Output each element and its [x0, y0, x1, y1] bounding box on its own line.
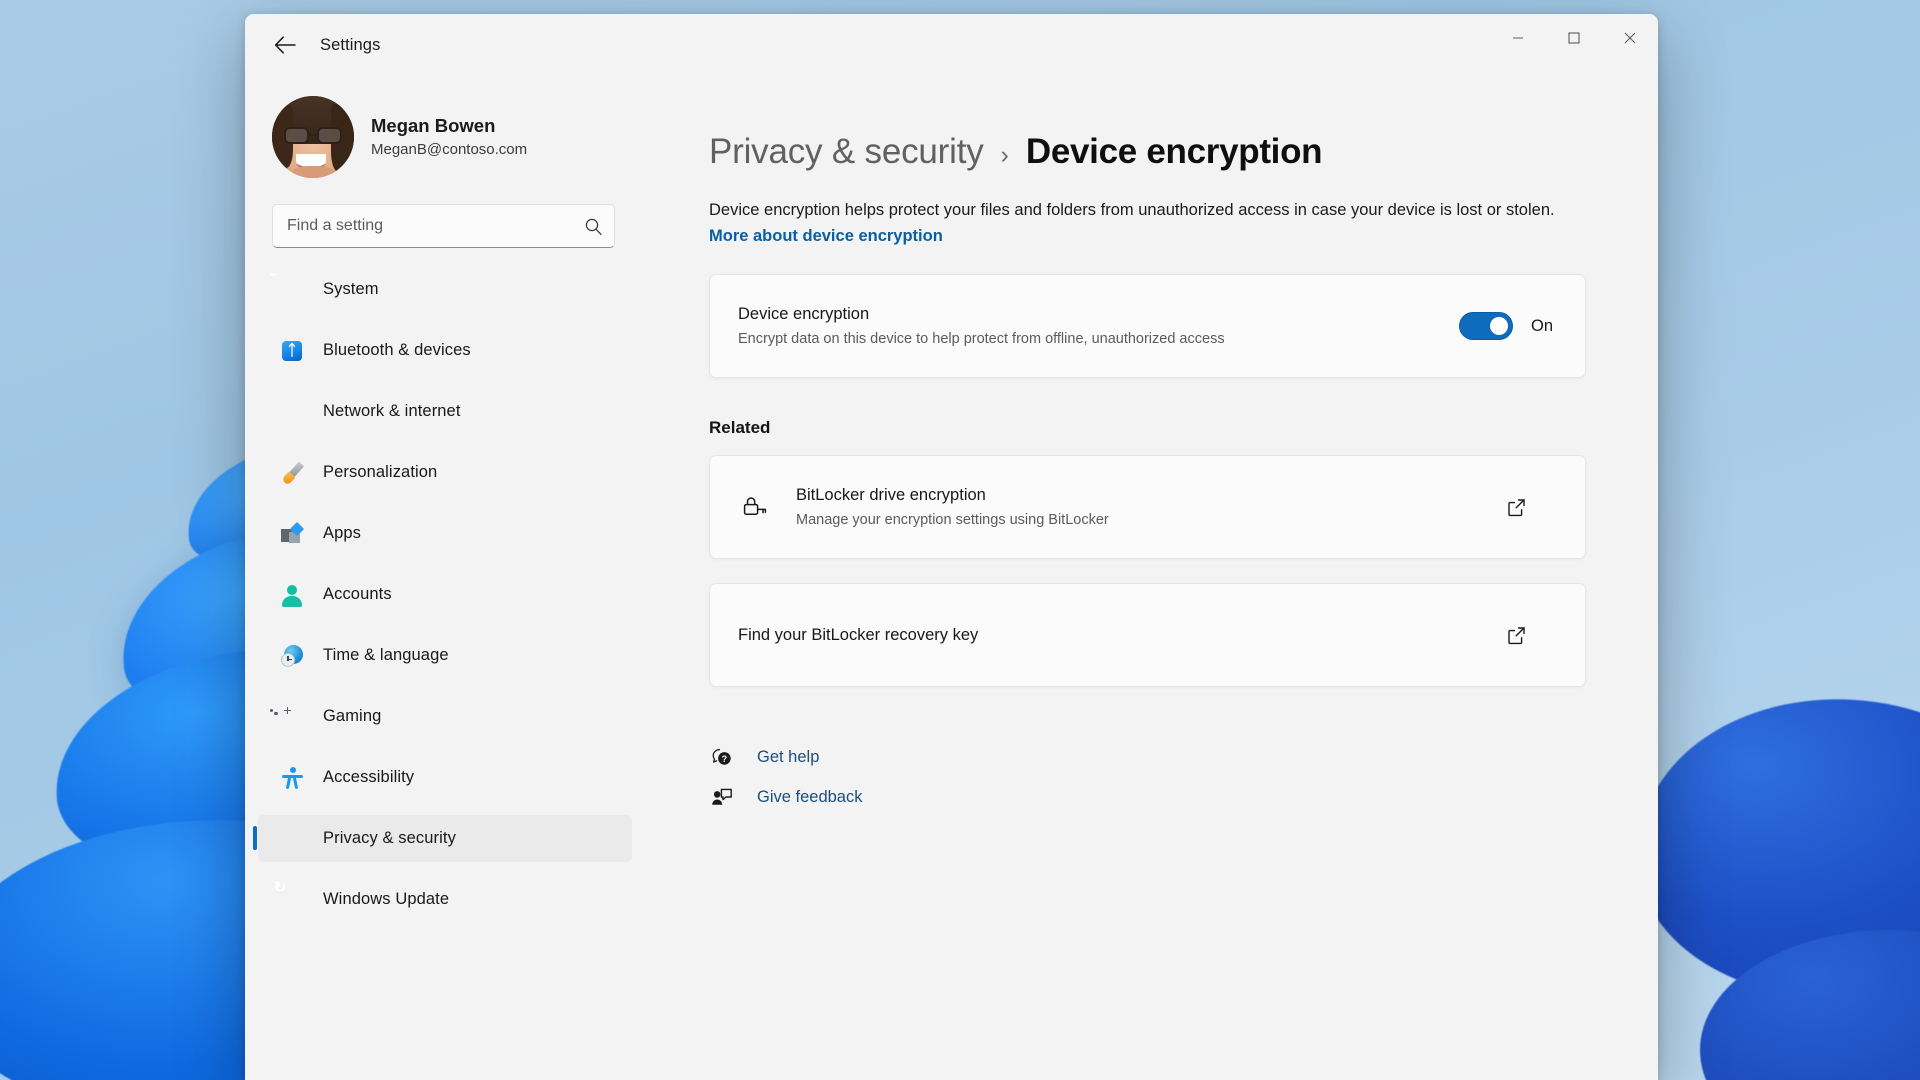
lock-key-icon — [738, 495, 772, 519]
device-encryption-card: Device encryption Encrypt data on this d… — [709, 274, 1586, 378]
external-link-icon[interactable] — [1499, 626, 1533, 645]
shield-icon — [280, 827, 304, 851]
person-icon — [280, 583, 304, 607]
sidebar-item-label: Windows Update — [323, 890, 449, 909]
bitlocker-recovery-key-card[interactable]: Find your BitLocker recovery key — [709, 583, 1586, 687]
sidebar-item-label: System — [323, 280, 379, 299]
sidebar-item-apps[interactable]: Apps — [258, 510, 632, 557]
window-controls — [1490, 14, 1658, 62]
get-help-label: Get help — [757, 748, 819, 767]
card-spacer — [709, 569, 1586, 583]
sidebar-item-bluetooth-devices[interactable]: ᛏ Bluetooth & devices — [258, 327, 632, 374]
sidebar-item-label: Gaming — [323, 707, 381, 726]
bitlocker-card-title: BitLocker drive encryption — [796, 483, 1499, 508]
recovery-key-title: Find your BitLocker recovery key — [738, 623, 1499, 648]
page-description: Device encryption helps protect your fil… — [709, 198, 1586, 249]
device-encryption-subtitle: Encrypt data on this device to help prot… — [738, 328, 1439, 350]
bitlocker-card-subtitle: Manage your encryption settings using Bi… — [796, 509, 1499, 531]
update-arrows-icon: ↻ — [280, 888, 304, 912]
related-heading: Related — [709, 418, 1586, 438]
bitlocker-drive-encryption-card[interactable]: BitLocker drive encryption Manage your e… — [709, 455, 1586, 559]
gamepad-icon — [280, 705, 304, 729]
svg-text:?: ? — [722, 754, 728, 764]
sidebar-nav: System ᛏ Bluetooth & devices Network & i… — [245, 248, 645, 967]
sidebar-item-label: Privacy & security — [323, 829, 456, 848]
sidebar-item-privacy-security[interactable]: Privacy & security — [258, 815, 632, 862]
sidebar-item-personalization[interactable]: Personalization — [258, 449, 632, 496]
device-encryption-toggle-group: On — [1459, 312, 1557, 340]
sidebar-item-label: Bluetooth & devices — [323, 341, 471, 360]
toggle-knob — [1490, 317, 1508, 335]
globe-clock-icon — [280, 644, 304, 668]
toggle-state-label: On — [1531, 317, 1557, 336]
device-encryption-text: Device encryption Encrypt data on this d… — [738, 302, 1439, 351]
give-feedback-label: Give feedback — [757, 788, 862, 807]
device-encryption-toggle[interactable] — [1459, 312, 1513, 340]
sidebar-item-gaming[interactable]: Gaming — [258, 693, 632, 740]
help-question-icon: ? — [709, 747, 735, 767]
page-description-text: Device encryption helps protect your fil… — [709, 201, 1555, 219]
window-body: Megan Bowen MeganB@contoso.com — [245, 76, 1658, 1080]
bitlocker-card-text: BitLocker drive encryption Manage your e… — [796, 483, 1499, 532]
close-icon[interactable] — [1602, 14, 1658, 62]
minimize-icon[interactable] — [1490, 14, 1546, 62]
page-title: Device encryption — [1026, 132, 1322, 172]
sidebar-item-label: Apps — [323, 524, 361, 543]
sidebar: Megan Bowen MeganB@contoso.com — [245, 76, 645, 1080]
feedback-person-icon — [709, 787, 735, 807]
breadcrumb: Privacy & security › Device encryption — [709, 132, 1586, 172]
chevron-right-icon: › — [1001, 141, 1009, 170]
apps-grid-icon — [280, 522, 304, 546]
account-block[interactable]: Megan Bowen MeganB@contoso.com — [245, 76, 645, 200]
search-box[interactable] — [272, 204, 615, 248]
sidebar-item-label: Personalization — [323, 463, 437, 482]
search-input[interactable] — [273, 217, 572, 235]
sidebar-item-accessibility[interactable]: Accessibility — [258, 754, 632, 801]
window-title: Settings — [320, 36, 380, 55]
settings-window: Settings — [245, 14, 1658, 1080]
sidebar-item-accounts[interactable]: Accounts — [258, 571, 632, 618]
search-icon[interactable] — [572, 205, 614, 247]
monitor-icon — [280, 278, 304, 302]
footer-links: ? Get help Give feedback — [709, 737, 1586, 817]
main-content: Privacy & security › Device encryption D… — [645, 76, 1658, 1080]
search-container — [245, 200, 645, 248]
account-name: Megan Bowen — [371, 114, 527, 139]
breadcrumb-parent[interactable]: Privacy & security — [709, 132, 984, 172]
back-arrow-icon[interactable] — [265, 27, 305, 63]
sidebar-item-system[interactable]: System — [258, 266, 632, 313]
external-link-icon[interactable] — [1499, 498, 1533, 517]
sidebar-item-network-internet[interactable]: Network & internet — [258, 388, 632, 435]
more-about-device-encryption-link[interactable]: More about device encryption — [709, 227, 943, 245]
bluetooth-icon: ᛏ — [280, 339, 304, 363]
get-help-link[interactable]: ? Get help — [709, 737, 827, 777]
account-email: MeganB@contoso.com — [371, 139, 527, 161]
avatar — [272, 96, 354, 178]
title-bar: Settings — [245, 14, 1658, 76]
sidebar-item-time-language[interactable]: Time & language — [258, 632, 632, 679]
accessibility-person-icon — [280, 766, 304, 790]
maximize-icon[interactable] — [1546, 14, 1602, 62]
sidebar-item-label: Accessibility — [323, 768, 414, 787]
paintbrush-icon — [280, 461, 304, 485]
device-encryption-title: Device encryption — [738, 302, 1439, 327]
sidebar-item-windows-update[interactable]: ↻ Windows Update — [258, 876, 632, 923]
sidebar-item-label: Time & language — [323, 646, 449, 665]
recovery-key-text: Find your BitLocker recovery key — [738, 623, 1499, 648]
sidebar-item-label: Accounts — [323, 585, 392, 604]
give-feedback-link[interactable]: Give feedback — [709, 777, 870, 817]
wifi-icon — [280, 400, 304, 424]
sidebar-item-label: Network & internet — [323, 402, 461, 421]
